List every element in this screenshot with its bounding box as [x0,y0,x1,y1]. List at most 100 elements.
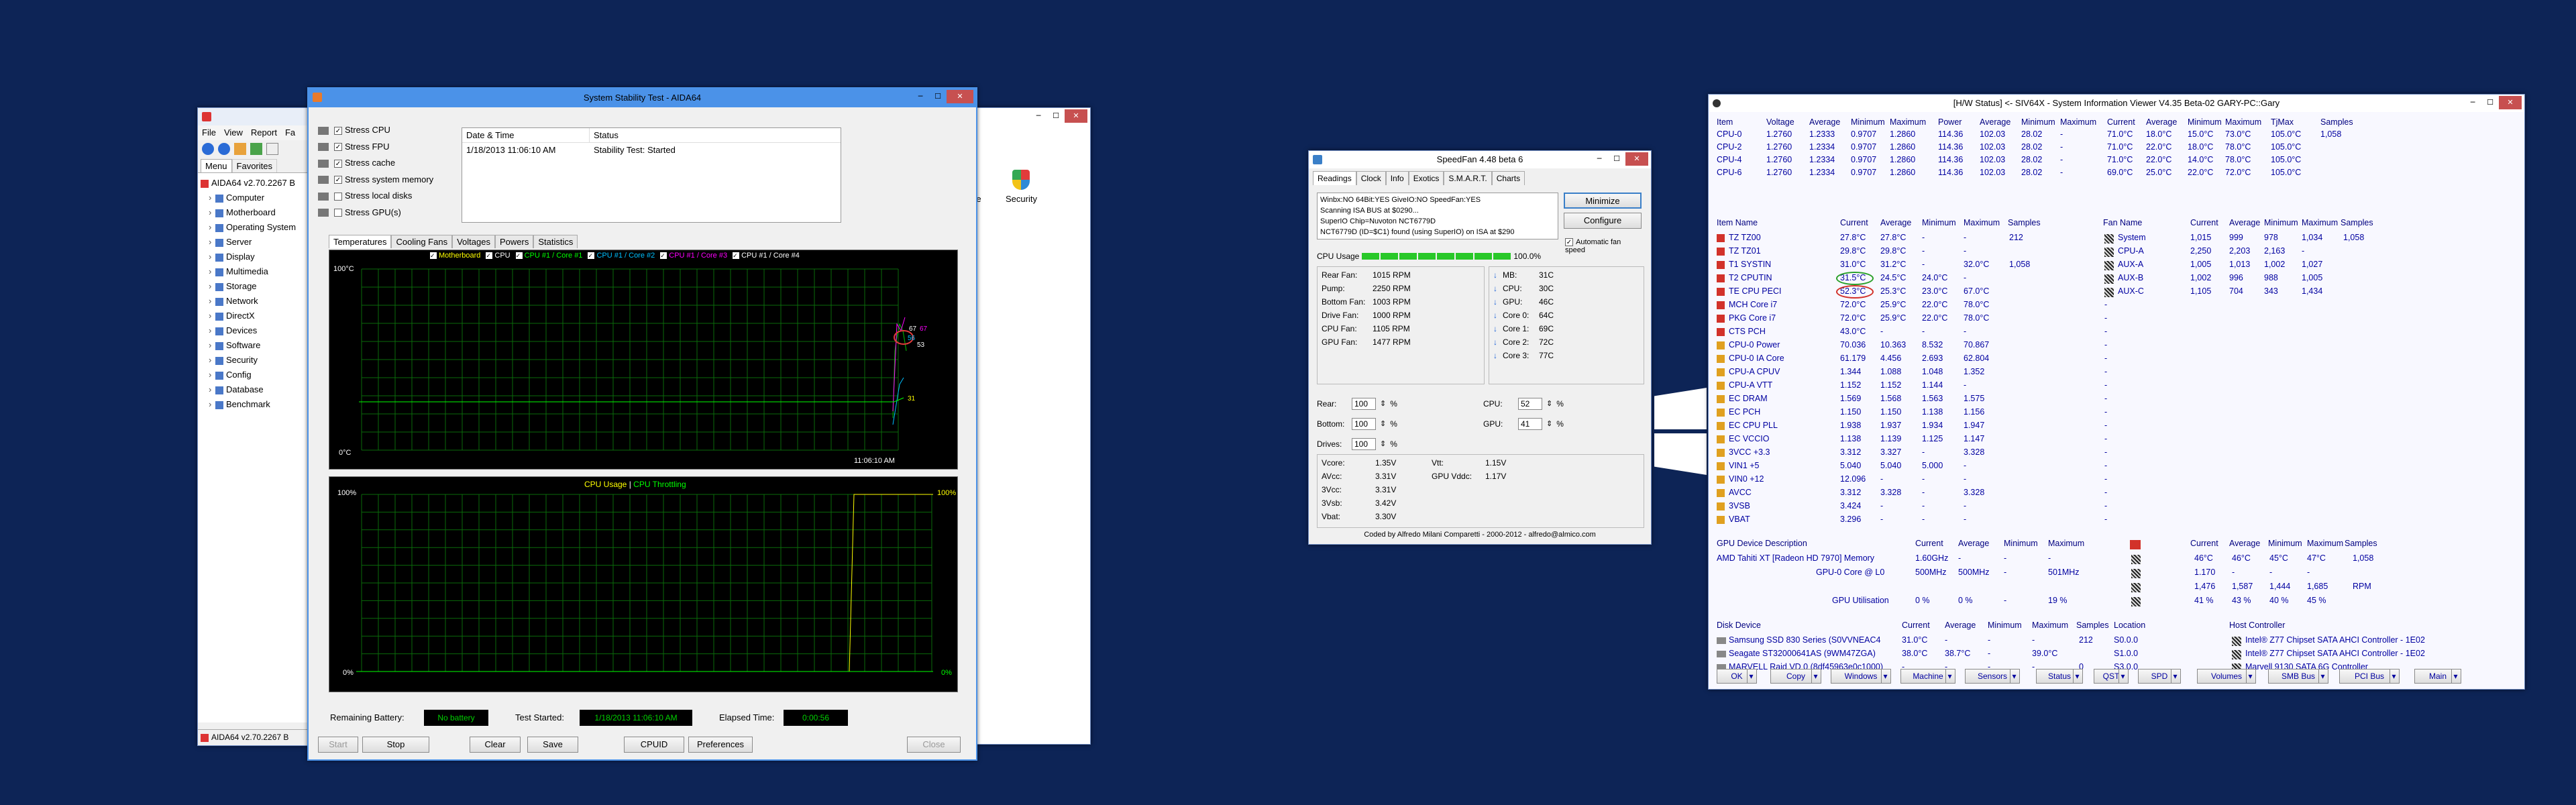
speedfan-tab[interactable]: Charts [1491,171,1525,185]
fan-row[interactable]: CPU-A 2,250 2,203 2,163 - [1709,246,2524,258]
expand-icon[interactable]: › [209,309,215,323]
close-button[interactable]: Close [907,737,961,753]
sensor-row[interactable]: AVCC 3.312 3.328 - 3.328 [1709,488,2524,500]
tree-root[interactable]: AIDA64 v2.70.2267 B [201,176,315,191]
column-header[interactable]: Samples [2345,539,2377,548]
siv-button-smb-bus[interactable]: SMB Bus ▾ [2268,669,2328,684]
sensor-row[interactable]: VBAT 3.296 - - - [1709,515,2524,527]
minimize-icon[interactable]: ─ [1030,109,1047,123]
stress-checkbox[interactable] [334,192,342,201]
siv-button-ok[interactable]: OK ▾ [1717,669,1757,684]
maximize-icon[interactable]: ☐ [1608,152,1625,166]
sensor-row[interactable]: CPU-0 Power 70.036 10.363 8.532 70.867 [1709,340,2524,352]
expand-icon[interactable]: › [209,250,215,264]
dropdown-arrow-icon[interactable]: ▾ [1747,669,1755,683]
column-header[interactable]: Maximum [1890,117,1926,127]
cpu-row[interactable]: CPU-6 1.2760 1.2334 0.9707 1.2860 114.36 102.0… [1709,168,2524,180]
column-header[interactable]: Average [1980,117,2010,127]
dropdown-arrow-icon[interactable]: ▾ [2390,669,2398,683]
fan-row[interactable]: System 1,015 999 978 1,034 1,058 [1709,233,2524,245]
siv-button-volumes[interactable]: Volumes ▾ [2197,669,2256,684]
gpu-row[interactable]: AMD Tahiti XT [Radeon HD 7970] Memory 1.6… [1709,553,2524,566]
sensor-row[interactable]: EC PCH 1.150 1.150 1.138 1.156 [1709,407,2524,419]
close-icon[interactable]: ✕ [1625,152,1648,166]
column-header[interactable]: Power [1938,117,1962,127]
tree-item[interactable]: › Software [201,338,315,353]
maximize-icon[interactable]: ☐ [929,90,947,103]
menu-view[interactable]: View [224,127,243,138]
siv-button-main[interactable]: Main ▾ [2414,669,2461,684]
expand-icon[interactable]: › [209,353,215,368]
expand-icon[interactable]: › [209,205,215,220]
tab-voltages[interactable]: Voltages [452,235,495,248]
fan-row[interactable]: AUX-C 1,105 704 343 1,434 [1709,286,2524,299]
column-header[interactable]: Average [2146,117,2177,127]
column-header[interactable]: Voltage [1766,117,1794,127]
sensor-row[interactable]: 3VSB 3.424 - - - [1709,501,2524,513]
column-header[interactable]: Fan Name [2103,218,2142,227]
expand-icon[interactable]: › [209,294,215,309]
column-header[interactable]: Minimum [2021,117,2055,127]
menu-report[interactable]: Report [251,127,277,138]
stress-checkbox[interactable] [334,209,342,217]
column-header[interactable]: Average [2229,539,2260,548]
column-header[interactable]: Current [1915,539,1943,548]
tree-item[interactable]: › Database [201,382,315,397]
tab-menu[interactable]: Menu [201,159,232,172]
log-header-status[interactable]: Status [590,128,619,142]
tree-item[interactable]: › Operating System [201,220,315,235]
speedfan-tab[interactable]: S.M.A.R.T. [1444,171,1492,185]
siv-button-sensors[interactable]: Sensors ▾ [1965,669,2020,684]
column-header[interactable]: Disk Device [1717,621,1761,630]
speed-input[interactable]: 100 [1352,398,1376,410]
expand-icon[interactable]: › [209,338,215,353]
tab-statistics[interactable]: Statistics [533,235,578,248]
column-header[interactable]: TjMax [2271,117,2294,127]
tab-cooling-fans[interactable]: Cooling Fans [391,235,453,248]
column-header[interactable]: Samples [2076,621,2109,630]
column-header[interactable]: Minimum [2268,539,2302,548]
up-icon[interactable] [234,143,246,155]
preferences-button[interactable]: Preferences [688,737,753,753]
dropdown-arrow-icon[interactable]: ▾ [2451,669,2459,683]
siv-button-pci-bus[interactable]: PCI Bus ▾ [2339,669,2400,684]
stress-option[interactable]: ✓ Stress system memory [318,172,433,189]
speed-input[interactable]: 41 [1518,418,1542,430]
cpu-row[interactable]: CPU-2 1.2760 1.2334 0.9707 1.2860 114.36 102.0… [1709,142,2524,154]
cpuid-button[interactable]: CPUID [624,737,684,753]
sensor-row[interactable]: VIN0 +12 12.096 - - - [1709,474,2524,486]
sensor-row[interactable]: EC CPU PLL 1.938 1.937 1.934 1.947 [1709,421,2524,433]
spin-arrows-icon[interactable]: ⇕ [1546,414,1552,434]
close-icon[interactable]: ✕ [1065,109,1087,123]
expand-icon[interactable]: › [209,279,215,294]
stress-option[interactable]: Stress local disks [318,188,433,205]
column-header[interactable]: Average [1958,539,1989,548]
dropdown-arrow-icon[interactable]: ▾ [1945,669,1953,683]
tree-item[interactable]: › Network [201,294,315,309]
speed-input[interactable]: 100 [1352,438,1376,450]
tree-item[interactable]: › Security [201,353,315,368]
column-header[interactable]: Current [2107,117,2135,127]
column-header[interactable]: Maximum [2032,621,2068,630]
maximize-icon[interactable]: ☐ [1047,109,1065,123]
gpu-row[interactable]: GPU Utilisation 0 % 0 % - 19 % 41 % 43 % 40 % 45… [1709,596,2524,608]
minimize-icon[interactable]: ─ [912,90,929,103]
siv-button-copy[interactable]: Copy ▾ [1770,669,1821,684]
speedfan-tab[interactable]: Exotics [1408,171,1444,185]
spin-arrows-icon[interactable]: ⇕ [1546,394,1552,414]
minimize-icon[interactable]: ─ [2464,96,2481,109]
fan-row[interactable]: AUX-B 1,002 996 988 1,005 [1709,273,2524,285]
sensor-row[interactable]: VIN1 +5 5.040 5.040 5.000 - [1709,461,2524,473]
column-header[interactable]: Average [1945,621,1976,630]
speedfan-tab[interactable]: Info [1385,171,1409,185]
dropdown-arrow-icon[interactable]: ▾ [2246,669,2254,683]
speedfan-tab[interactable]: Readings [1313,171,1356,185]
log-row[interactable]: 1/18/2013 11:06:10 AM Stability Test: St… [462,143,841,158]
stress-option[interactable]: ✓ Stress FPU [318,139,433,156]
dropdown-arrow-icon[interactable]: ▾ [2073,669,2081,683]
back-icon[interactable] [202,143,214,155]
column-header[interactable]: Average [2229,218,2260,227]
tree-item[interactable]: › Server [201,235,315,250]
siv-button-qst[interactable]: QST ▾ [2094,669,2129,684]
clear-button[interactable]: Clear [470,737,521,753]
